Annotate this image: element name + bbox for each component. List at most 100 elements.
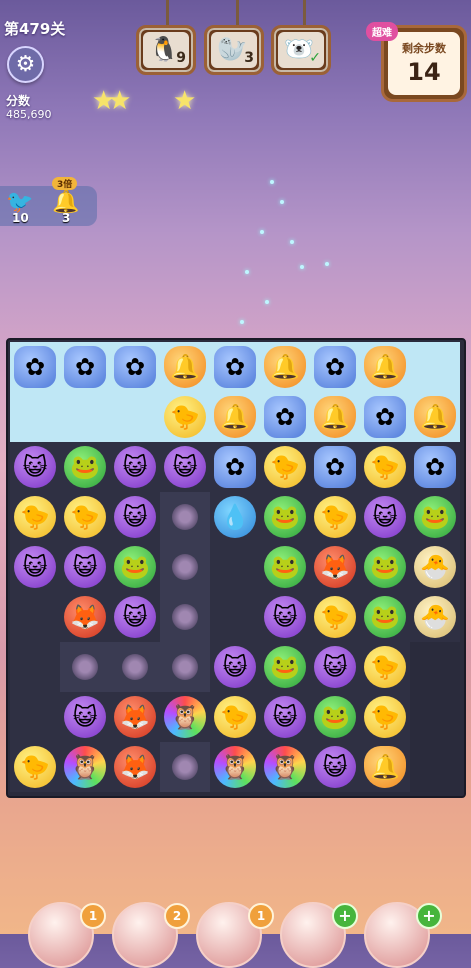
red-piece-tile[interactable]: 🦊	[310, 542, 360, 592]
rainbow-piece-tile[interactable]: 🦉	[210, 742, 260, 792]
hydra-piece-tile[interactable]: ✿	[260, 392, 310, 442]
empty-tile[interactable]	[210, 542, 260, 592]
yellow-piece-tile[interactable]: 🐤	[210, 692, 260, 742]
green-piece-icon: 🐸	[264, 646, 306, 688]
purple-piece-tile[interactable]: 😺	[10, 442, 60, 492]
hydra-piece-icon: ✿	[64, 346, 106, 388]
orange-piece-tile[interactable]: 🔔	[310, 392, 360, 442]
red-piece-tile[interactable]: 🦊	[110, 692, 160, 742]
yellow-piece-icon: 🐤	[64, 496, 106, 538]
blue-piece-tile[interactable]: 💧	[210, 492, 260, 542]
yellow-piece-tile[interactable]: 🐤	[360, 692, 410, 742]
empty-tile[interactable]	[10, 592, 60, 642]
hydra-piece-tile[interactable]: ✿	[110, 342, 160, 392]
hydra-piece-tile[interactable]: ✿	[10, 342, 60, 392]
purple-piece-tile[interactable]: 😺	[10, 542, 60, 592]
green-piece-tile[interactable]: 🐸	[60, 442, 110, 492]
red-piece-tile[interactable]: 🦊	[60, 592, 110, 642]
orange-piece-tile[interactable]: 🔔	[210, 392, 260, 442]
flower-tile[interactable]	[60, 642, 110, 692]
goal-count: 3	[244, 50, 254, 66]
empty-tile[interactable]	[10, 642, 60, 692]
empty-tile[interactable]	[10, 692, 60, 742]
orange-piece-tile[interactable]: 🔔	[160, 342, 210, 392]
orange-piece-tile[interactable]: 🔔	[360, 742, 410, 792]
purple-piece-tile[interactable]: 😺	[110, 592, 160, 642]
yellow-piece-icon: 🐤	[14, 496, 56, 538]
game-board[interactable]: ✿ ✿ ✿ 🔔 ✿ 🔔 ✿ 🔔 🐤 🔔 ✿ 🔔 ✿ 🔔 😺 🐸 😺 😺 ✿ 🐤 ✿ 🐤 ✿ 🐤 🐤 😺 💧 🐸 🐤 😺 🐸 😺 😺 🐸 🐸 🦊 🐸 🐣 🦊 😺…	[6, 338, 466, 798]
rainbow-piece-tile[interactable]: 🦉	[160, 692, 210, 742]
orange-piece-tile[interactable]: 🔔	[360, 342, 410, 392]
yellow-piece-tile[interactable]: 🐤	[260, 442, 310, 492]
flower-tile[interactable]	[160, 492, 210, 542]
hydra-piece-tile[interactable]: ✿	[60, 342, 110, 392]
yellow-piece-icon: 🐤	[364, 646, 406, 688]
yellow-piece-tile[interactable]: 🐤	[360, 442, 410, 492]
purple-piece-icon: 😺	[114, 596, 156, 638]
hydra-piece-icon: ✿	[314, 346, 356, 388]
flower-icon	[72, 654, 98, 680]
yellow-piece-tile[interactable]: 🐤	[10, 492, 60, 542]
empty-tile[interactable]	[210, 592, 260, 642]
green-piece-tile[interactable]: 🐸	[360, 542, 410, 592]
booster-4-plus-icon: +	[332, 903, 358, 929]
hydra-piece-icon: ✿	[214, 346, 256, 388]
red-piece-tile[interactable]: 🦊	[110, 742, 160, 792]
purple-piece-tile[interactable]: 😺	[60, 542, 110, 592]
rainbow-piece-tile[interactable]: 🦉	[60, 742, 110, 792]
orange-piece-tile[interactable]: 🔔	[260, 342, 310, 392]
flower-tile[interactable]	[160, 592, 210, 642]
ice-tile[interactable]	[410, 342, 460, 392]
hydra-piece-tile[interactable]: ✿	[310, 342, 360, 392]
settings-gear-icon[interactable]: ⚙	[7, 46, 44, 83]
purple-piece-icon: 😺	[364, 496, 406, 538]
yellow-piece-tile[interactable]: 🐤	[310, 492, 360, 542]
green-piece-tile[interactable]: 🐸	[260, 542, 310, 592]
purple-piece-tile[interactable]: 😺	[260, 592, 310, 642]
difficulty-badge: 超难	[366, 22, 398, 41]
purple-piece-tile[interactable]: 😺	[360, 492, 410, 542]
yellow-piece-tile[interactable]: 🐤	[10, 742, 60, 792]
ice-tile[interactable]	[110, 392, 160, 442]
purple-piece-tile[interactable]: 😺	[210, 642, 260, 692]
yellow-piece-tile[interactable]: 🐤	[310, 592, 360, 642]
yellow-piece-tile[interactable]: 🐤	[360, 642, 410, 692]
orange-piece-icon: 🔔	[314, 396, 356, 438]
flower-tile[interactable]	[160, 642, 210, 692]
purple-piece-tile[interactable]: 😺	[110, 492, 160, 542]
flower-icon	[172, 554, 198, 580]
purple-piece-tile[interactable]: 😺	[310, 642, 360, 692]
orange-piece-icon: 🔔	[214, 396, 256, 438]
orange-piece-tile[interactable]: 🔔	[410, 392, 460, 442]
yellow-piece-tile[interactable]: 🐤	[60, 492, 110, 542]
purple-piece-tile[interactable]: 😺	[310, 742, 360, 792]
hydra-piece-tile[interactable]: ✿	[410, 442, 460, 492]
hydra-piece-tile[interactable]: ✿	[360, 392, 410, 442]
purple-piece-tile[interactable]: 😺	[110, 442, 160, 492]
flower-tile[interactable]	[160, 742, 210, 792]
purple-piece-tile[interactable]: 😺	[60, 692, 110, 742]
hydra-piece-icon: ✿	[114, 346, 156, 388]
egg-piece-tile[interactable]: 🐣	[410, 542, 460, 592]
ice-tile[interactable]	[60, 392, 110, 442]
green-piece-tile[interactable]: 🐸	[310, 692, 360, 742]
green-piece-tile[interactable]: 🐸	[360, 592, 410, 642]
ice-tile[interactable]	[10, 392, 60, 442]
purple-piece-icon: 😺	[264, 596, 306, 638]
green-piece-tile[interactable]: 🐸	[410, 492, 460, 542]
orange-piece-icon: 🔔	[264, 346, 306, 388]
egg-piece-tile[interactable]: 🐣	[410, 592, 460, 642]
hydra-piece-tile[interactable]: ✿	[210, 342, 260, 392]
purple-piece-tile[interactable]: 😺	[260, 692, 310, 742]
hydra-piece-tile[interactable]: ✿	[310, 442, 360, 492]
orange-piece-icon: 🔔	[364, 746, 406, 788]
green-piece-tile[interactable]: 🐸	[260, 492, 310, 542]
flower-tile[interactable]	[110, 642, 160, 692]
rainbow-piece-tile[interactable]: 🦉	[260, 742, 310, 792]
green-piece-tile[interactable]: 🐸	[110, 542, 160, 592]
purple-piece-tile[interactable]: 😺	[160, 442, 210, 492]
yellow-piece-tile[interactable]: 🐤	[160, 392, 210, 442]
green-piece-tile[interactable]: 🐸	[260, 642, 310, 692]
flower-tile[interactable]	[160, 542, 210, 592]
hydra-piece-tile[interactable]: ✿	[210, 442, 260, 492]
